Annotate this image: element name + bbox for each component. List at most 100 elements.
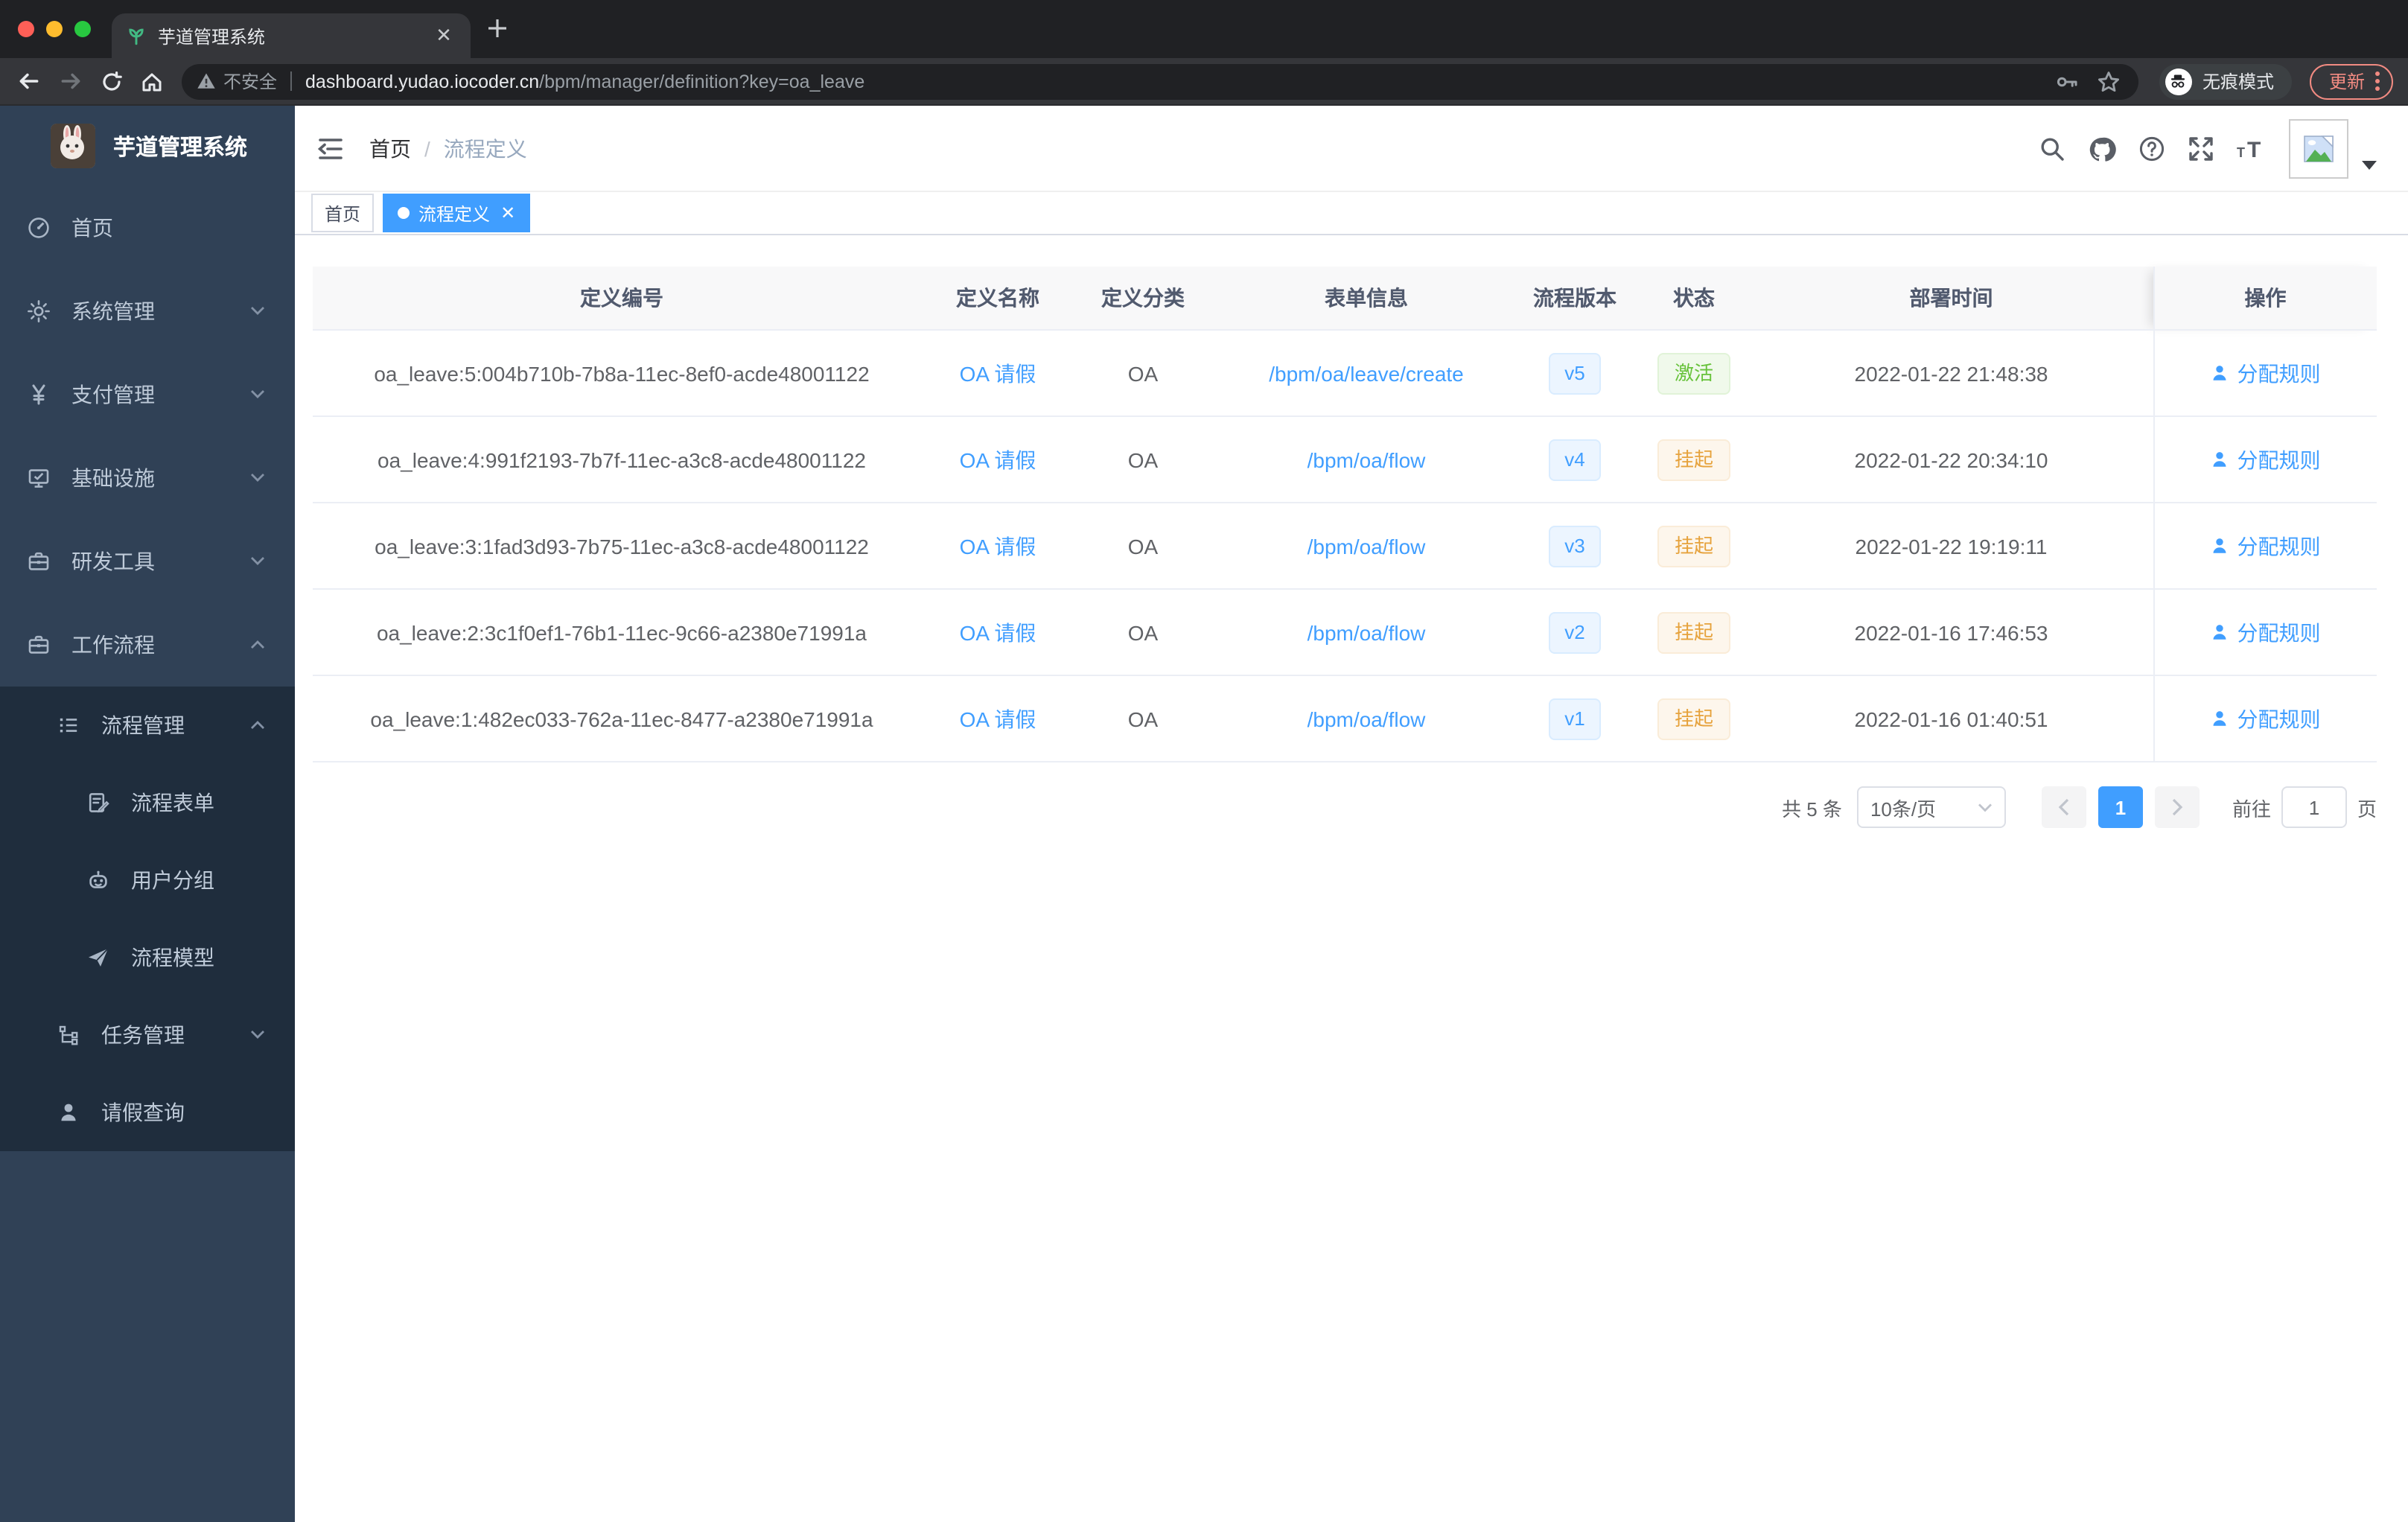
table-row: oa_leave:5:004b710b-7b8a-11ec-8ef0-acde4… bbox=[313, 330, 2377, 417]
form-info-link[interactable]: /bpm/oa/flow bbox=[1307, 534, 1426, 558]
goto-page-input[interactable] bbox=[2281, 786, 2347, 828]
app-title: 芋道管理系统 bbox=[113, 135, 248, 160]
form-info-link[interactable]: /bpm/oa/flow bbox=[1307, 448, 1426, 471]
sidebar-item-process-form[interactable]: 流程表单 bbox=[0, 764, 295, 841]
cell-definition-name: OA 请假 bbox=[931, 330, 1065, 417]
table-header-cell: 流程版本 bbox=[1512, 267, 1638, 331]
definition-name-link[interactable]: OA 请假 bbox=[960, 707, 1036, 730]
sidebar-item-home[interactable]: 首页 bbox=[0, 186, 295, 270]
tab-close-icon[interactable]: ✕ bbox=[432, 24, 456, 48]
avatar-caret-icon[interactable] bbox=[2362, 161, 2377, 170]
security-label[interactable]: 不安全 bbox=[223, 69, 277, 94]
update-button[interactable]: 更新 bbox=[2309, 63, 2393, 99]
help-icon[interactable] bbox=[2138, 136, 2165, 162]
cell-operation: 分配规则 bbox=[2153, 589, 2377, 676]
goto-label: 前往 bbox=[2232, 797, 2271, 820]
table-header-cell: 表单信息 bbox=[1221, 267, 1512, 331]
sidebar-item-workflow[interactable]: 工作流程 bbox=[0, 603, 295, 687]
sidebar-item-process-mgmt[interactable]: 流程管理 bbox=[0, 687, 295, 764]
reload-icon[interactable] bbox=[100, 69, 124, 93]
bookmark-star-icon[interactable] bbox=[2097, 69, 2121, 93]
breadcrumb-home[interactable]: 首页 bbox=[369, 134, 411, 164]
next-page-button[interactable] bbox=[2154, 786, 2200, 828]
version-badge: v1 bbox=[1548, 698, 1602, 739]
user-icon bbox=[2214, 711, 2226, 726]
chevron-right-icon bbox=[2172, 798, 2183, 816]
org-tree-icon bbox=[57, 1023, 80, 1047]
browser-menu-icon[interactable] bbox=[2375, 71, 2380, 91]
form-info-link[interactable]: /bpm/oa/flow bbox=[1307, 620, 1426, 644]
font-size-icon[interactable]: TT bbox=[2237, 136, 2267, 162]
update-label: 更新 bbox=[2328, 71, 2365, 92]
user-icon bbox=[2214, 625, 2226, 640]
window-minimize-button[interactable] bbox=[46, 21, 63, 37]
sidebar-item-devtools[interactable]: 研发工具 bbox=[0, 520, 295, 603]
password-key-icon[interactable] bbox=[2055, 69, 2079, 93]
table-header-row: 定义编号 定义名称 定义分类 表单信息 流程版本 状态 部署时间 操作 bbox=[313, 267, 2377, 331]
tag-home[interactable]: 首页 bbox=[311, 194, 375, 232]
form-info-link[interactable]: /bpm/oa/leave/create bbox=[1269, 361, 1464, 385]
window-zoom-button[interactable] bbox=[74, 21, 91, 37]
sidebar-item-task-mgmt[interactable]: 任务管理 bbox=[0, 996, 295, 1074]
cell-form-info: /bpm/oa/flow bbox=[1221, 416, 1512, 503]
table-header-cell: 定义分类 bbox=[1065, 267, 1221, 331]
assign-rule-button[interactable]: 分配规则 bbox=[2211, 358, 2321, 388]
window-close-button[interactable] bbox=[18, 21, 34, 37]
main-content: 定义编号 定义名称 定义分类 表单信息 流程版本 状态 部署时间 操作 oa_l… bbox=[295, 235, 2408, 1522]
sidebar-item-process-model[interactable]: 流程模型 bbox=[0, 919, 295, 996]
sidebar-item-infra[interactable]: 基础设施 bbox=[0, 436, 295, 520]
cell-definition-id: oa_leave:5:004b710b-7b8a-11ec-8ef0-acde4… bbox=[313, 330, 931, 417]
robot-icon bbox=[86, 868, 110, 892]
sidebar-item-label: 研发工具 bbox=[71, 550, 155, 573]
chevron-down-icon bbox=[250, 555, 265, 567]
prev-page-button[interactable] bbox=[2041, 786, 2086, 828]
cell-version: v1 bbox=[1512, 675, 1638, 762]
cell-operation: 分配规则 bbox=[2153, 416, 2377, 503]
url-bar[interactable]: 不安全 dashboard.yudao.iocoder.cn/bpm/manag… bbox=[182, 63, 2138, 99]
definition-name-link[interactable]: OA 请假 bbox=[960, 361, 1036, 385]
assign-rule-button[interactable]: 分配规则 bbox=[2211, 531, 2321, 561]
sidebar-item-system[interactable]: 系统管理 bbox=[0, 270, 295, 353]
browser-tab[interactable]: 芋道管理系统 ✕ bbox=[112, 13, 471, 58]
sidebar-logo: 芋道管理系统 bbox=[0, 106, 295, 186]
page-unit-label: 页 bbox=[2357, 797, 2377, 820]
sidebar-item-user-group[interactable]: 用户分组 bbox=[0, 841, 295, 919]
page-size-value: 10条/页 bbox=[1870, 797, 1937, 820]
back-icon[interactable] bbox=[16, 69, 42, 94]
search-icon[interactable] bbox=[2039, 136, 2065, 162]
favicon-leaf-icon bbox=[127, 26, 146, 45]
sidebar-item-label: 用户分组 bbox=[131, 868, 214, 892]
pagination-total: 共 5 条 bbox=[1782, 797, 1842, 820]
assign-rule-button[interactable]: 分配规则 bbox=[2211, 445, 2321, 474]
fullscreen-icon[interactable] bbox=[2188, 136, 2214, 162]
page-size-select[interactable]: 10条/页 bbox=[1856, 786, 2006, 828]
definition-name-link[interactable]: OA 请假 bbox=[960, 448, 1036, 471]
avatar[interactable] bbox=[2289, 119, 2348, 179]
toolbox-icon bbox=[27, 633, 51, 657]
github-icon[interactable] bbox=[2088, 135, 2116, 163]
forward-icon[interactable] bbox=[58, 69, 83, 94]
definition-name-link[interactable]: OA 请假 bbox=[960, 620, 1036, 644]
new-tab-icon[interactable] bbox=[485, 16, 509, 40]
cell-status: 挂起 bbox=[1638, 416, 1750, 503]
sidebar-item-label: 系统管理 bbox=[71, 299, 155, 323]
definition-name-link[interactable]: OA 请假 bbox=[960, 534, 1036, 558]
status-badge: 挂起 bbox=[1657, 698, 1730, 739]
version-badge: v4 bbox=[1548, 439, 1602, 480]
assign-rule-button[interactable]: 分配规则 bbox=[2211, 617, 2321, 647]
paper-plane-icon bbox=[86, 946, 110, 969]
home-icon[interactable] bbox=[140, 69, 164, 93]
active-dot-icon bbox=[398, 207, 410, 219]
cell-status: 挂起 bbox=[1638, 589, 1750, 676]
chevron-down-icon bbox=[250, 305, 265, 317]
table-body: oa_leave:5:004b710b-7b8a-11ec-8ef0-acde4… bbox=[313, 330, 2377, 762]
cell-status: 挂起 bbox=[1638, 675, 1750, 762]
sidebar-item-leave-query[interactable]: 请假查询 bbox=[0, 1074, 295, 1151]
page-number-1[interactable]: 1 bbox=[2098, 786, 2143, 828]
sidebar-item-payment[interactable]: 支付管理 bbox=[0, 353, 295, 436]
form-info-link[interactable]: /bpm/oa/flow bbox=[1307, 707, 1426, 730]
assign-rule-button[interactable]: 分配规则 bbox=[2211, 704, 2321, 733]
tag-close-icon[interactable]: ✕ bbox=[500, 204, 515, 222]
hamburger-icon[interactable] bbox=[316, 134, 345, 164]
tag-process-definition[interactable]: 流程定义 ✕ bbox=[383, 194, 531, 232]
